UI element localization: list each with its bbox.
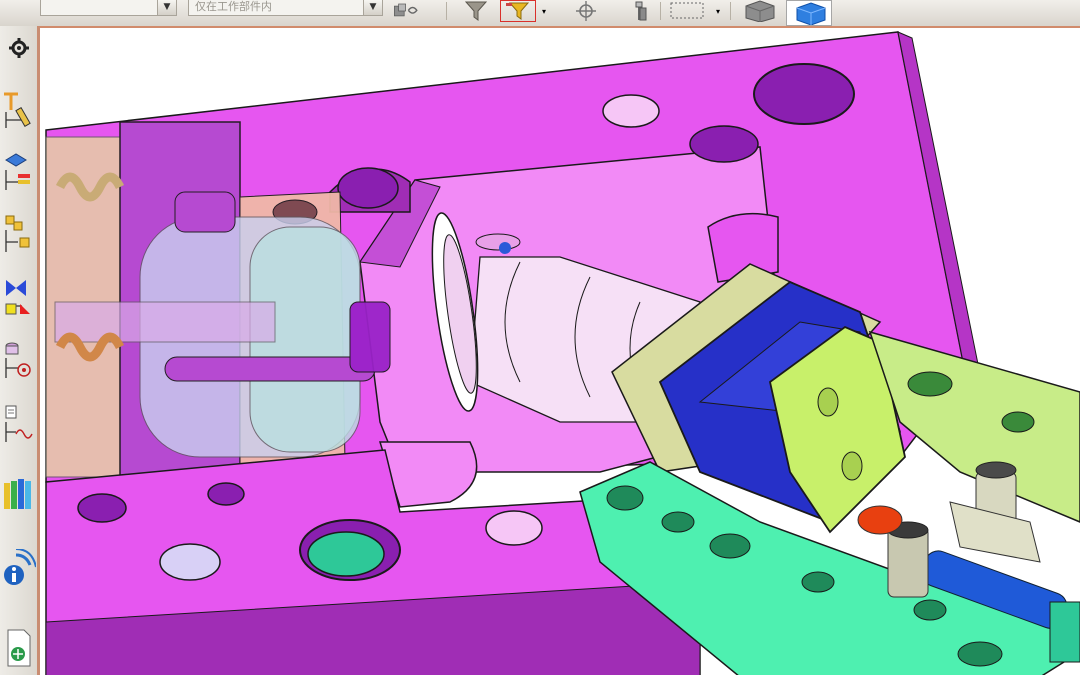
screw-hole[interactable] — [602, 94, 660, 128]
screw-hole[interactable] — [689, 125, 759, 163]
type-filter-icon[interactable] — [462, 0, 490, 22]
selection-scope-combo[interactable]: 仅在工作部件内 — [188, 0, 364, 16]
locating-ring-hole[interactable] — [307, 531, 385, 577]
toolbar-separator — [660, 2, 661, 20]
toolbar-separator — [446, 2, 447, 20]
assembly-constraint-icon[interactable] — [0, 88, 37, 132]
snap-point-icon[interactable] — [572, 0, 600, 22]
combo-dropdown-icon[interactable]: ▼ — [363, 0, 383, 16]
chevron-down-icon[interactable]: ▾ — [712, 0, 724, 22]
chevron-down-icon[interactable]: ▾ — [538, 0, 550, 22]
assembly-navigator-icon[interactable] — [0, 212, 37, 256]
combo-dropdown-icon[interactable]: ▼ — [157, 0, 177, 16]
info-web-icon[interactable] — [0, 546, 37, 590]
reuse-library-icon[interactable] — [0, 338, 37, 382]
view-cube-gray-icon[interactable] — [740, 0, 780, 22]
graphics-viewport[interactable] — [40, 26, 1080, 675]
component-icon[interactable] — [627, 0, 655, 22]
assembly-link-icon[interactable] — [393, 0, 421, 22]
palette-icon[interactable] — [0, 472, 37, 516]
part-navigator-icon[interactable] — [0, 150, 37, 194]
ejector-hole[interactable] — [753, 63, 855, 125]
cad-model[interactable] — [40, 28, 1080, 675]
toolbar-separator — [730, 2, 731, 20]
resource-bar — [0, 26, 40, 675]
rectangle-select-icon[interactable] — [668, 0, 708, 22]
selection-type-combo[interactable] — [40, 0, 158, 16]
constraint-navigator-icon[interactable] — [0, 276, 37, 320]
history-icon[interactable] — [0, 402, 37, 446]
selection-filter-icon[interactable] — [500, 0, 536, 22]
settings-gear-icon[interactable] — [0, 26, 37, 70]
top-toolbar: ▼ 仅在工作部件内 ▼ ▾ ▾ — [0, 0, 1080, 27]
document-icon[interactable] — [0, 626, 37, 670]
view-cube-blue-icon[interactable] — [786, 0, 832, 26]
